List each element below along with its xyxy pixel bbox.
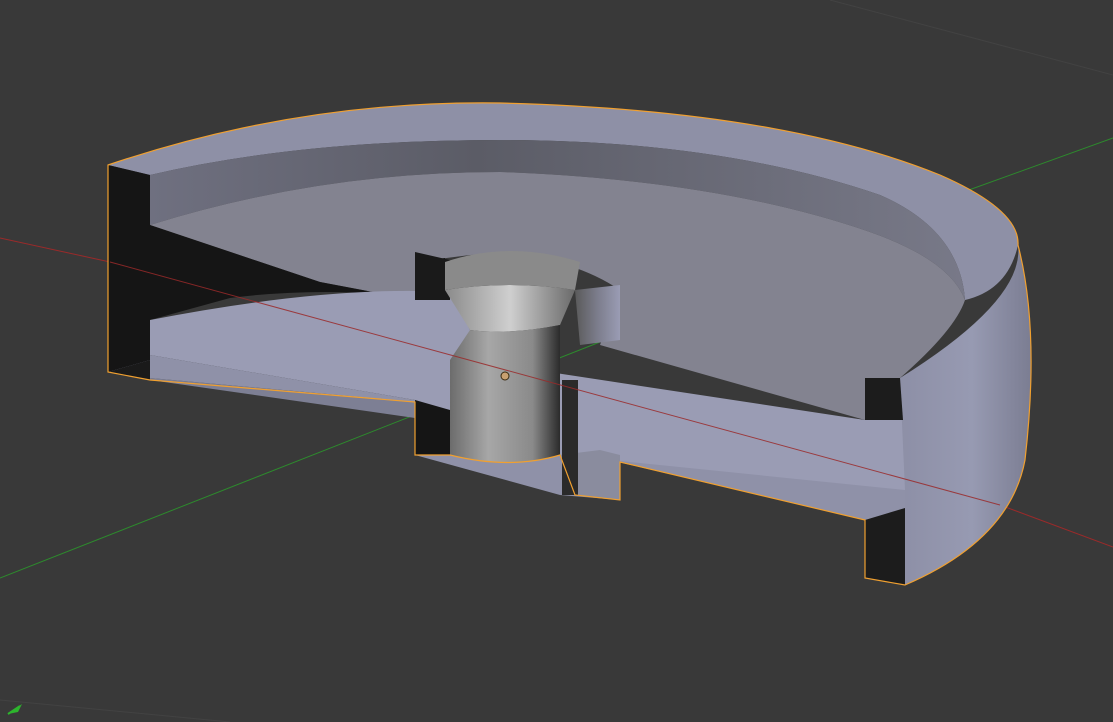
viewport-canvas[interactable] — [0, 0, 1113, 722]
3d-viewport[interactable] — [0, 0, 1113, 722]
through-hole — [450, 325, 560, 463]
mesh-object[interactable] — [107, 102, 1032, 586]
lower-hole-dark-edge — [562, 380, 578, 495]
axis-gizmo-icon[interactable] — [7, 704, 22, 715]
y-axis-line-far — [954, 137, 1113, 196]
right-cut-dark-top — [865, 378, 903, 420]
boss-side-face — [575, 285, 620, 345]
x-axis-line-left — [0, 237, 111, 263]
hole-top-opening — [445, 251, 580, 290]
origin-dot-icon[interactable] — [500, 371, 510, 381]
x-axis-line-right — [999, 504, 1113, 548]
right-cut-dark-bottom — [865, 508, 905, 585]
boss-cut-dark — [415, 252, 450, 300]
